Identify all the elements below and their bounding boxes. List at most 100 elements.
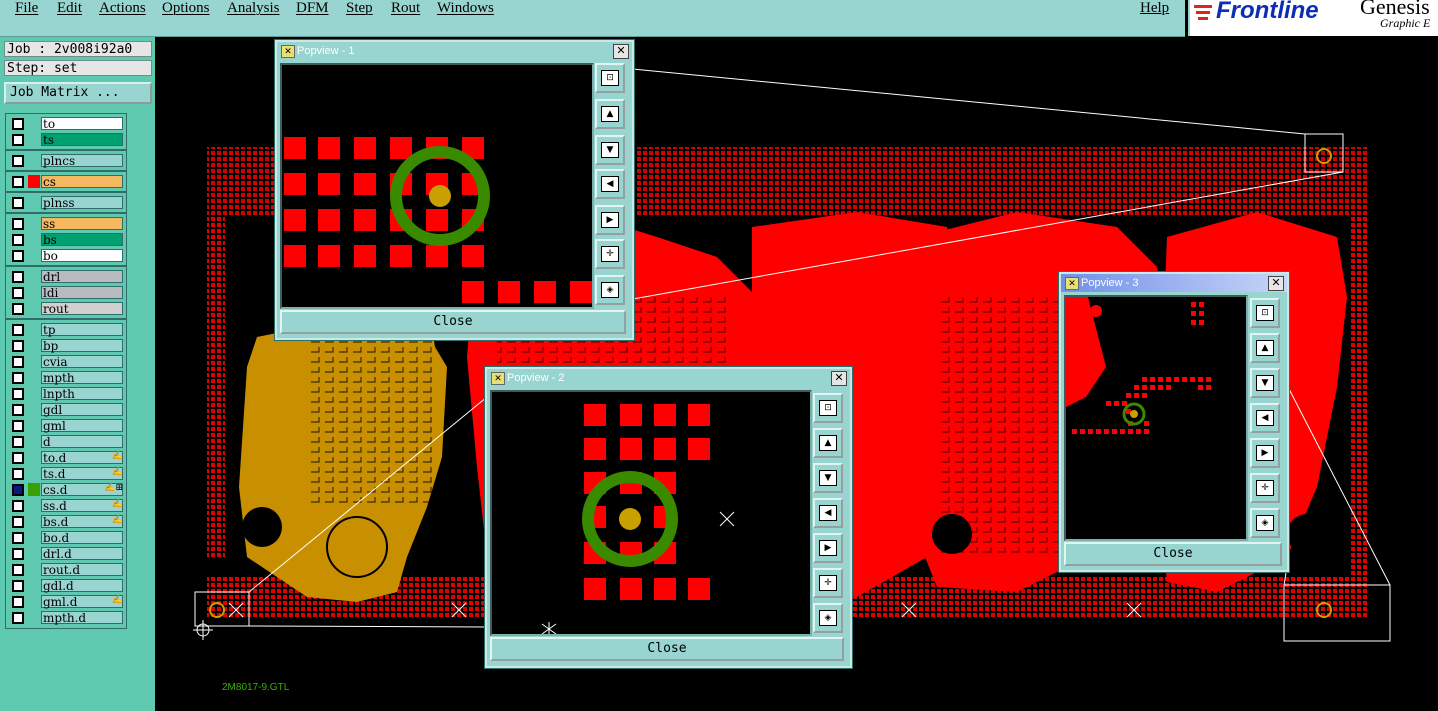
layer-row-gdl-d[interactable]: gdl.d bbox=[6, 578, 126, 594]
layer-checkbox[interactable] bbox=[12, 484, 24, 496]
layer-row-bs[interactable]: bs bbox=[6, 232, 126, 248]
layer-name[interactable]: bs.d bbox=[41, 515, 123, 529]
layer-row-plncs[interactable]: plncs bbox=[6, 153, 126, 169]
layer-row-mpth[interactable]: mpth bbox=[6, 370, 126, 386]
pan-down-button[interactable]: ▼ bbox=[813, 463, 843, 493]
window-menu-icon[interactable]: ✕ bbox=[1065, 277, 1079, 290]
layer-checkbox[interactable] bbox=[12, 452, 24, 464]
layer-checkbox[interactable] bbox=[12, 197, 24, 209]
pan-down-button[interactable]: ▼ bbox=[595, 135, 625, 165]
layer-checkbox[interactable] bbox=[12, 271, 24, 283]
popview-2-view[interactable] bbox=[490, 390, 812, 636]
layer-checkbox[interactable] bbox=[12, 436, 24, 448]
menu-rout[interactable]: Rout bbox=[391, 0, 420, 17]
layer-checkbox[interactable] bbox=[12, 176, 24, 188]
layer-name[interactable]: drl.d bbox=[41, 547, 123, 561]
menu-analysis[interactable]: Analysis bbox=[227, 0, 280, 17]
layer-name[interactable]: ldi bbox=[41, 286, 123, 300]
layer-row-gdl[interactable]: gdl bbox=[6, 402, 126, 418]
popview-3-titlebar[interactable]: ✕ Popview - 3 ✕ bbox=[1061, 274, 1287, 292]
pan-right-button[interactable]: ▶ bbox=[813, 533, 843, 563]
popview-2-close-icon[interactable]: ✕ bbox=[831, 371, 847, 386]
layer-checkbox[interactable] bbox=[12, 134, 24, 146]
layer-row-ldi[interactable]: ldi bbox=[6, 285, 126, 301]
layer-name[interactable]: ts bbox=[41, 133, 123, 147]
layer-name[interactable]: to.d bbox=[41, 451, 123, 465]
menu-options[interactable]: Options bbox=[162, 0, 210, 17]
layer-name[interactable]: gdl bbox=[41, 403, 123, 417]
layer-row-lnpth[interactable]: lnpth bbox=[6, 386, 126, 402]
zoom-in-button[interactable]: ✛ bbox=[595, 239, 625, 269]
layer-row-bs-d[interactable]: bs.d ✍ bbox=[6, 514, 126, 530]
layer-name[interactable]: ss.d bbox=[41, 499, 123, 513]
layer-name[interactable]: plncs bbox=[41, 154, 123, 168]
layer-name[interactable]: bo bbox=[41, 249, 123, 263]
menu-help[interactable]: Help bbox=[1140, 0, 1169, 17]
menu-edit[interactable]: Edit bbox=[57, 0, 82, 17]
layer-row-drl-d[interactable]: drl.d bbox=[6, 546, 126, 562]
pan-left-button[interactable]: ◀ bbox=[1250, 403, 1280, 433]
layer-checkbox[interactable] bbox=[12, 340, 24, 352]
layer-checkbox[interactable] bbox=[12, 250, 24, 262]
layer-name[interactable]: mpth.d bbox=[41, 611, 123, 625]
layer-checkbox[interactable] bbox=[12, 388, 24, 400]
zoom-fit-button[interactable]: ⊡ bbox=[595, 63, 625, 93]
layer-row-bo-d[interactable]: bo.d bbox=[6, 530, 126, 546]
popview-3-close-icon[interactable]: ✕ bbox=[1268, 276, 1284, 291]
pan-down-button[interactable]: ▼ bbox=[1250, 368, 1280, 398]
layer-row-ss[interactable]: ss bbox=[6, 216, 126, 232]
popview-1-view[interactable] bbox=[280, 63, 594, 309]
layer-row-cs[interactable]: cs bbox=[6, 174, 126, 190]
layer-checkbox[interactable] bbox=[12, 500, 24, 512]
layer-checkbox[interactable] bbox=[12, 596, 24, 608]
layer-checkbox[interactable] bbox=[12, 532, 24, 544]
layer-row-to[interactable]: to bbox=[6, 116, 126, 132]
menu-dfm[interactable]: DFM bbox=[296, 0, 329, 17]
layer-checkbox[interactable] bbox=[12, 287, 24, 299]
layer-checkbox[interactable] bbox=[12, 612, 24, 624]
layer-name[interactable]: to bbox=[41, 117, 123, 131]
zoom-fit-button[interactable]: ⊡ bbox=[1250, 298, 1280, 328]
menu-step[interactable]: Step bbox=[346, 0, 373, 17]
pan-up-button[interactable]: ▲ bbox=[1250, 333, 1280, 363]
zoom-out-button[interactable]: ◈ bbox=[595, 275, 625, 305]
layer-checkbox[interactable] bbox=[12, 580, 24, 592]
layer-row-plnss[interactable]: plnss bbox=[6, 195, 126, 211]
popview-2-close-button[interactable]: Close bbox=[490, 637, 844, 661]
layer-name[interactable]: d bbox=[41, 435, 123, 449]
layer-checkbox[interactable] bbox=[12, 420, 24, 432]
pan-left-button[interactable]: ◀ bbox=[813, 498, 843, 528]
zoom-out-button[interactable]: ◈ bbox=[1250, 508, 1280, 538]
layer-checkbox[interactable] bbox=[12, 372, 24, 384]
popview-2-titlebar[interactable]: ✕ Popview - 2 ✕ bbox=[487, 369, 850, 387]
popview-1-close-icon[interactable]: ✕ bbox=[613, 44, 629, 59]
layer-row-ts-d[interactable]: ts.d ✍ bbox=[6, 466, 126, 482]
layer-checkbox[interactable] bbox=[12, 234, 24, 246]
window-menu-icon[interactable]: ✕ bbox=[281, 45, 295, 58]
layer-row-ss-d[interactable]: ss.d ✍ bbox=[6, 498, 126, 514]
layer-row-gml-d[interactable]: gml.d ✍ bbox=[6, 594, 126, 610]
popview-1-titlebar[interactable]: ✕ Popview - 1 ✕ bbox=[277, 42, 632, 60]
job-matrix-button[interactable]: Job Matrix ... bbox=[4, 82, 152, 104]
popview-3-view[interactable] bbox=[1064, 295, 1248, 541]
layer-row-tp[interactable]: tp bbox=[6, 322, 126, 338]
window-menu-icon[interactable]: ✕ bbox=[491, 372, 505, 385]
layer-name[interactable]: gdl.d bbox=[41, 579, 123, 593]
layer-row-mpth-d[interactable]: mpth.d bbox=[6, 610, 126, 626]
layer-row-d[interactable]: d bbox=[6, 434, 126, 450]
zoom-in-button[interactable]: ✛ bbox=[1250, 473, 1280, 503]
layer-row-cs-d[interactable]: cs.d ✍⊞ bbox=[6, 482, 126, 498]
pan-up-button[interactable]: ▲ bbox=[813, 428, 843, 458]
layer-row-to-d[interactable]: to.d ✍ bbox=[6, 450, 126, 466]
layer-checkbox[interactable] bbox=[12, 516, 24, 528]
layer-name[interactable]: plnss bbox=[41, 196, 123, 210]
pan-right-button[interactable]: ▶ bbox=[1250, 438, 1280, 468]
pan-up-button[interactable]: ▲ bbox=[595, 99, 625, 129]
layer-row-rout-d[interactable]: rout.d bbox=[6, 562, 126, 578]
layer-row-cvia[interactable]: cvia bbox=[6, 354, 126, 370]
layer-row-rout[interactable]: rout bbox=[6, 301, 126, 317]
layer-row-bp[interactable]: bp bbox=[6, 338, 126, 354]
zoom-out-button[interactable]: ◈ bbox=[813, 603, 843, 633]
layer-name[interactable]: ts.d bbox=[41, 467, 123, 481]
layer-name[interactable]: ss bbox=[41, 217, 123, 231]
